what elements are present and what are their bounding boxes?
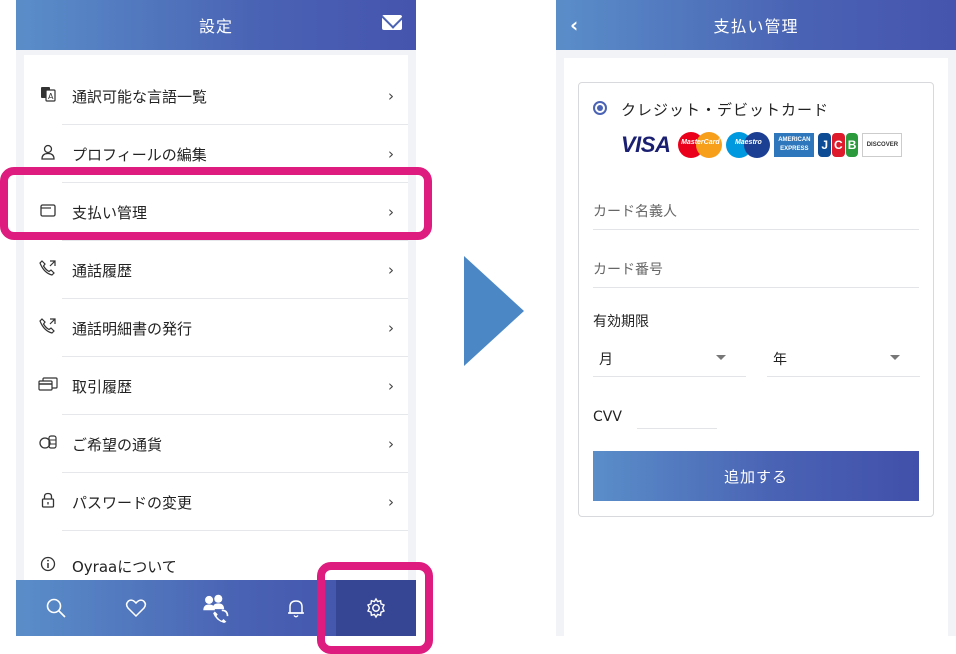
expiry-month-select[interactable]: 月 xyxy=(593,341,746,377)
card-form: クレジット・デビットカード VISA MasterCard Maestro AM… xyxy=(578,82,934,517)
mail-icon[interactable] xyxy=(382,15,402,30)
payment-option-label: クレジット・デビットカード xyxy=(621,101,830,119)
caret-down-icon xyxy=(716,355,726,360)
heart-icon xyxy=(125,599,147,618)
back-icon[interactable]: ‹ xyxy=(570,13,578,37)
visa-logo: VISA xyxy=(621,132,671,157)
maestro-logo: Maestro xyxy=(726,132,771,158)
payment-body: クレジット・デビットカード VISA MasterCard Maestro AM… xyxy=(564,58,948,636)
amex-logo: AMERICAN EXPRESS xyxy=(774,133,815,157)
menu-item-call-history[interactable]: 通話履歴 › xyxy=(24,241,408,299)
cvv-label: CVV xyxy=(593,409,622,425)
chevron-right-icon: › xyxy=(388,87,394,105)
phone-history-icon xyxy=(38,318,58,338)
menu-item-label: ご希望の通貨 xyxy=(72,435,163,454)
menu-item-call-statement[interactable]: 通話明細書の発行 › xyxy=(24,299,408,357)
expiry-label: 有効期限 xyxy=(593,314,649,330)
next-step-arrow xyxy=(464,256,524,366)
svg-text:A: A xyxy=(48,92,54,101)
add-card-button[interactable]: 追加する xyxy=(593,451,919,501)
chevron-right-icon: › xyxy=(388,261,394,279)
settings-header: 設定 xyxy=(16,0,416,50)
menu-item-password[interactable]: パスワードの変更 › xyxy=(24,473,408,531)
mastercard-logo: MasterCard xyxy=(678,132,723,158)
interpreter-call-icon xyxy=(203,594,229,623)
highlight-payment-row xyxy=(0,167,432,240)
settings-menu: A 通訳可能な言語一覧 › プロフィールの編集 › 支払い管理 › 通話履歴 ›… xyxy=(24,55,408,580)
menu-item-currency[interactable]: ご希望の通貨 › xyxy=(24,415,408,473)
menu-item-label: プロフィールの編集 xyxy=(72,145,207,164)
expiry-month-value: 月 xyxy=(599,352,613,368)
caret-down-icon xyxy=(890,355,900,360)
expiry-year-select[interactable]: 年 xyxy=(767,341,920,377)
tab-interpreters[interactable] xyxy=(176,580,256,636)
phone-history-icon xyxy=(38,260,58,280)
discover-logo: DISCOVER xyxy=(862,133,903,157)
menu-item-transactions[interactable]: 取引履歴 › xyxy=(24,357,408,415)
tab-favorites[interactable] xyxy=(96,580,176,636)
menu-item-label: Oyraaについて xyxy=(72,557,177,576)
coins-icon xyxy=(38,434,58,454)
menu-item-label: 通話明細書の発行 xyxy=(72,319,193,338)
jcb-logo: J C B xyxy=(818,133,859,157)
card-brand-logos: VISA MasterCard Maestro AMERICAN EXPRESS… xyxy=(621,131,903,159)
search-icon xyxy=(46,598,66,618)
tab-search[interactable] xyxy=(16,580,96,636)
info-icon xyxy=(38,556,58,576)
lock-icon xyxy=(38,492,58,512)
chevron-right-icon: › xyxy=(388,493,394,511)
card-number-field[interactable]: カード番号 xyxy=(593,259,919,288)
cardholder-name-field[interactable]: カード名義人 xyxy=(593,201,919,230)
page-title: 支払い管理 xyxy=(713,17,799,36)
chevron-right-icon: › xyxy=(388,319,394,337)
settings-screen: 設定 A 通訳可能な言語一覧 › プロフィールの編集 › 支払い管理 › 通話履… xyxy=(16,0,416,636)
chevron-right-icon: › xyxy=(388,377,394,395)
bell-icon xyxy=(288,600,304,618)
expiry-year-value: 年 xyxy=(773,352,787,368)
divider xyxy=(62,530,408,531)
person-icon xyxy=(38,144,58,164)
payment-screen: ‹ 支払い管理 クレジット・デビットカード VISA MasterCard Ma… xyxy=(556,0,956,636)
menu-item-label: 通訳可能な言語一覧 xyxy=(72,87,208,106)
chevron-right-icon: › xyxy=(388,435,394,453)
payment-option-radio[interactable] xyxy=(593,101,607,115)
menu-item-label: パスワードの変更 xyxy=(72,493,193,512)
menu-item-label: 通話履歴 xyxy=(72,261,133,280)
page-title: 設定 xyxy=(198,17,233,36)
menu-item-label: 取引履歴 xyxy=(72,377,133,396)
translate-icon: A xyxy=(38,86,58,106)
highlight-settings-tab xyxy=(317,562,433,654)
card-icon xyxy=(38,376,58,396)
cvv-input[interactable] xyxy=(637,405,717,429)
menu-item-languages[interactable]: A 通訳可能な言語一覧 › xyxy=(24,67,408,125)
payment-header: ‹ 支払い管理 xyxy=(556,0,956,50)
